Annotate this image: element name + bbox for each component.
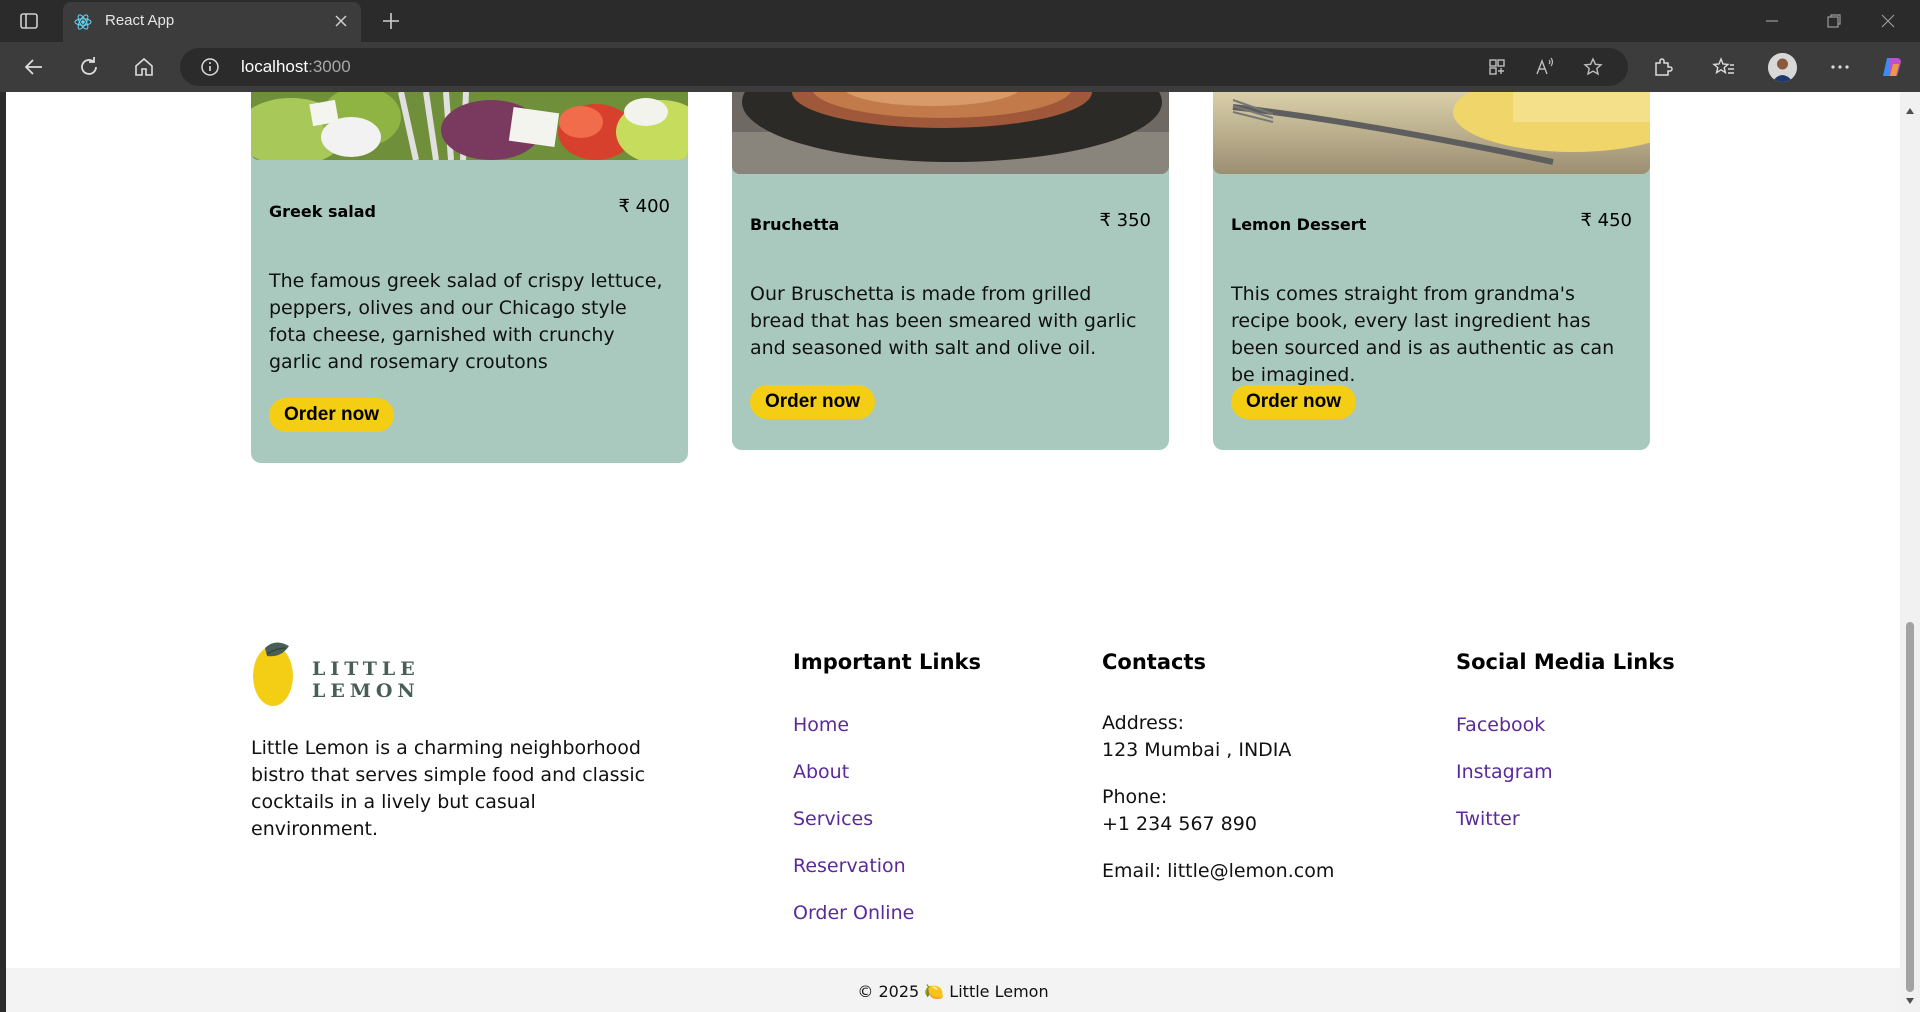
site-info-icon[interactable] (200, 57, 220, 77)
order-now-button[interactable]: Order now (1231, 385, 1357, 419)
address-bar[interactable]: localhost:3000 (180, 48, 1628, 86)
scroll-down-arrow-icon[interactable] (1904, 992, 1916, 1004)
little-lemon-logo: LITTLE LEMON (251, 640, 521, 714)
home-icon[interactable] (132, 55, 156, 79)
minimize-icon[interactable] (1763, 12, 1781, 30)
menu-card-bruchetta: Bruchetta ₹ 350 Our Bruschetta is made f… (732, 92, 1169, 450)
page-viewport: Greek salad ₹ 400 The famous greek salad… (6, 92, 1900, 1012)
dish-price: ₹ 400 (618, 196, 670, 217)
copilot-icon[interactable] (1880, 55, 1904, 79)
footer-link-order-online[interactable]: Order Online (793, 902, 914, 924)
dish-name: Lemon Dessert (1231, 215, 1367, 234)
tab-bar: React App (0, 0, 1920, 42)
footer-link-reservation[interactable]: Reservation (793, 855, 906, 877)
phone-value: +1 234 567 890 (1102, 813, 1257, 835)
tab-title: React App (105, 12, 175, 29)
back-icon[interactable] (22, 55, 46, 79)
brand-description: Little Lemon is a charming neighborhood … (251, 737, 646, 840)
footer-link-services[interactable]: Services (793, 808, 873, 830)
react-logo-icon (73, 12, 93, 32)
address-value: 123 Mumbai , INDIA (1102, 739, 1292, 761)
profile-avatar[interactable] (1768, 53, 1797, 82)
footer-link-about[interactable]: About (793, 761, 849, 783)
app-available-icon[interactable] (1486, 56, 1508, 78)
copyright-text: © 2025 🍋 Little Lemon (857, 982, 1049, 1001)
close-window-icon[interactable] (1879, 12, 1897, 30)
lemon-dessert-image (1213, 92, 1650, 174)
favorite-star-icon[interactable] (1582, 56, 1604, 78)
url-text: localhost:3000 (241, 57, 351, 76)
dish-description: The famous greek salad of crispy lettuce… (269, 270, 663, 373)
dish-price: ₹ 450 (1580, 210, 1632, 231)
scroll-up-arrow-icon[interactable] (1904, 102, 1916, 114)
dish-description: Our Bruschetta is made from grilled brea… (750, 283, 1137, 359)
footer-link-home[interactable]: Home (793, 714, 849, 736)
social-link-facebook[interactable]: Facebook (1456, 714, 1545, 736)
greek-salad-image (251, 92, 688, 160)
page-scrollbar[interactable] (1900, 92, 1920, 1012)
brand-name: LITTLE LEMON (312, 658, 420, 702)
new-tab-icon[interactable] (380, 10, 402, 32)
close-tab-icon[interactable] (333, 13, 349, 29)
read-aloud-icon[interactable] (1534, 56, 1556, 78)
order-now-button[interactable]: Order now (269, 398, 395, 432)
scrollbar-thumb[interactable] (1906, 622, 1914, 992)
email-text: Email: little@lemon.com (1102, 860, 1335, 882)
menu-card-greek-salad: Greek salad ₹ 400 The famous greek salad… (251, 92, 688, 463)
social-links-heading: Social Media Links (1456, 650, 1675, 674)
address-label: Address: (1102, 712, 1185, 734)
sidebar-toggle-icon[interactable] (18, 10, 40, 32)
dish-name: Bruchetta (750, 215, 840, 234)
social-link-instagram[interactable]: Instagram (1456, 761, 1553, 783)
important-links-heading: Important Links (793, 650, 982, 674)
social-link-twitter[interactable]: Twitter (1456, 808, 1520, 830)
favorites-icon[interactable] (1712, 55, 1736, 79)
more-options-icon[interactable] (1828, 55, 1852, 79)
phone-label: Phone: (1102, 786, 1168, 808)
contacts-heading: Contacts (1102, 650, 1206, 674)
restore-icon[interactable] (1825, 12, 1843, 30)
order-now-button[interactable]: Order now (750, 385, 876, 419)
refresh-icon[interactable] (77, 55, 101, 79)
browser-tab[interactable]: React App (63, 2, 361, 42)
extensions-icon[interactable] (1651, 55, 1675, 79)
dish-description: This comes straight from grandma's recip… (1231, 283, 1615, 386)
browser-toolbar: localhost:3000 (0, 42, 1920, 92)
dish-name: Greek salad (269, 202, 376, 221)
copyright-bar: © 2025 🍋 Little Lemon (6, 968, 1900, 1012)
dish-price: ₹ 350 (1099, 210, 1151, 231)
bruchetta-image (732, 92, 1169, 174)
menu-card-lemon-dessert: Lemon Dessert ₹ 450 This comes straight … (1213, 92, 1650, 450)
